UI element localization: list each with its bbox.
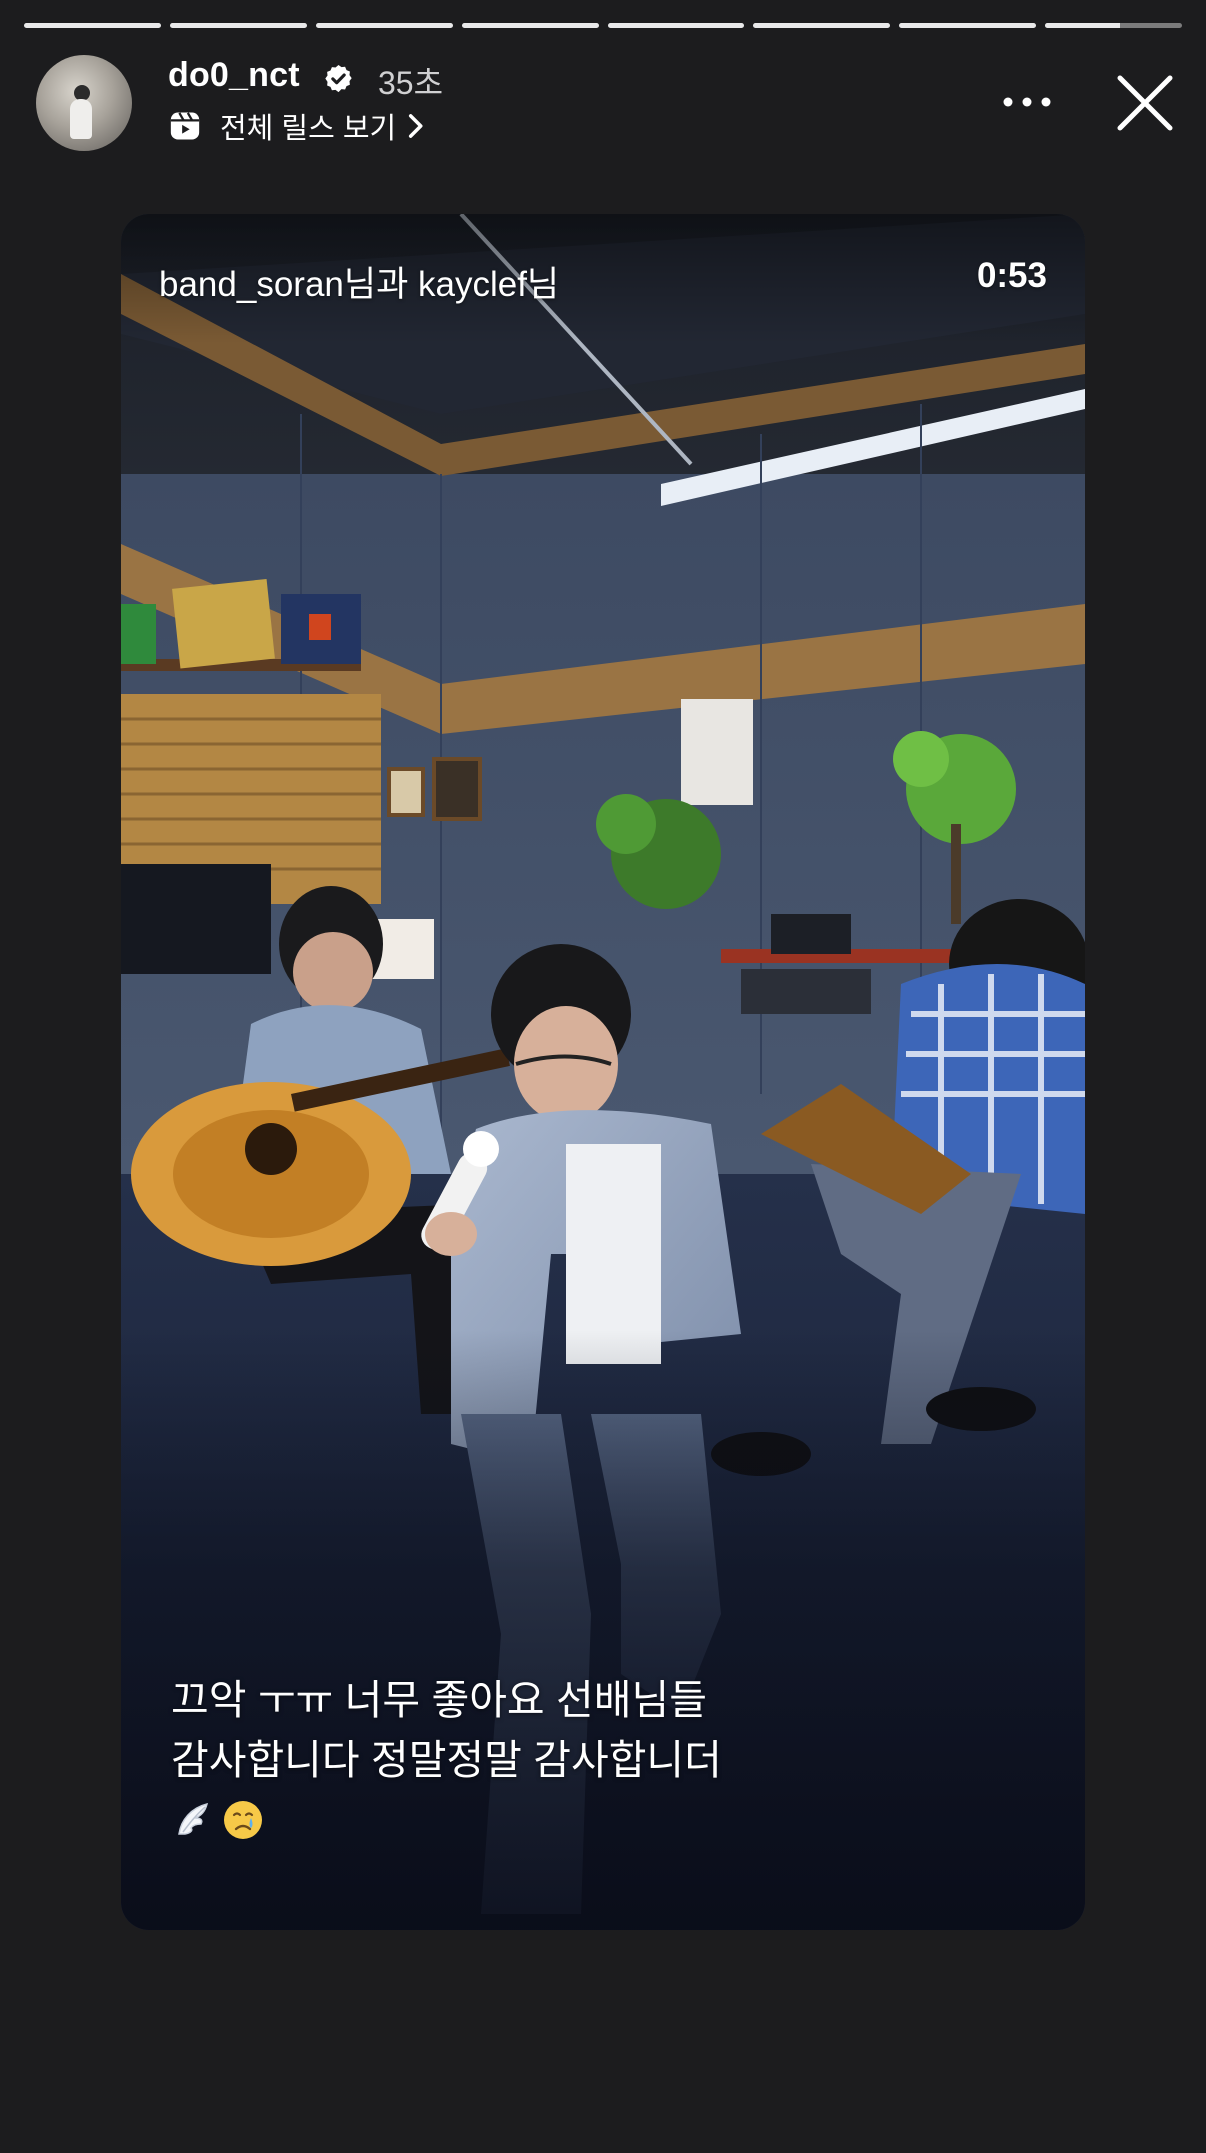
- story-progress-fill: [169, 23, 307, 28]
- caption-line: 끄악 ㅜㅠ 너무 좋아요 선배님들: [171, 1677, 707, 1723]
- caption-emoji-row: [171, 1790, 1031, 1850]
- time-ago: 35초: [378, 65, 444, 101]
- verified-badge-icon: [325, 64, 352, 93]
- wing-emoji: [178, 1802, 209, 1835]
- video-duration: 0:53: [976, 256, 1047, 295]
- story-viewer: do0_nct 35초 전체 릴스 보기 band_soran님과 kaycle…: [0, 0, 1206, 2153]
- story-progress-bar: [24, 23, 1182, 28]
- story-progress-segment: [461, 23, 599, 28]
- story-progress-segment: [1045, 23, 1182, 28]
- story-progress-fill: [461, 23, 599, 28]
- story-progress-fill: [607, 23, 745, 28]
- story-progress-fill: [1045, 23, 1121, 28]
- username[interactable]: do0_nct: [168, 56, 300, 95]
- caption: 끄악 ㅜㅠ 너무 좋아요 선배님들 감사합니다 정말정말 감사합니더: [171, 1670, 1031, 1850]
- caption-line: 감사합니다 정말정말 감사합니더: [171, 1737, 722, 1783]
- avatar[interactable]: [36, 55, 132, 151]
- story-progress-segment: [753, 23, 891, 28]
- view-all-reels-label: 전체 릴스 보기: [220, 113, 397, 145]
- story-progress-segment: [607, 23, 745, 28]
- chevron-right-icon: [409, 114, 423, 138]
- reel-media-card[interactable]: band_soran님과 kayclef님 0:53 끄악 ㅜㅠ 너무 좋아요 …: [121, 214, 1085, 1930]
- story-progress-segment: [315, 23, 453, 28]
- story-progress-segment: [899, 23, 1037, 28]
- collab-label[interactable]: band_soran님과 kayclef님: [159, 256, 559, 307]
- story-progress-fill: [899, 23, 1037, 28]
- story-progress-fill: [753, 23, 891, 28]
- reels-icon: [170, 112, 200, 140]
- story-progress-segment: [24, 23, 161, 28]
- story-progress-segment: [169, 23, 307, 28]
- more-options-icon[interactable]: [1000, 90, 1054, 114]
- view-all-reels-link[interactable]: 전체 릴스 보기: [168, 106, 424, 146]
- close-icon[interactable]: [1114, 72, 1176, 134]
- story-progress-fill: [315, 23, 453, 28]
- avatar-figure-body: [70, 99, 92, 139]
- crying-face-emoji: [224, 1801, 262, 1839]
- story-progress-fill: [24, 23, 161, 28]
